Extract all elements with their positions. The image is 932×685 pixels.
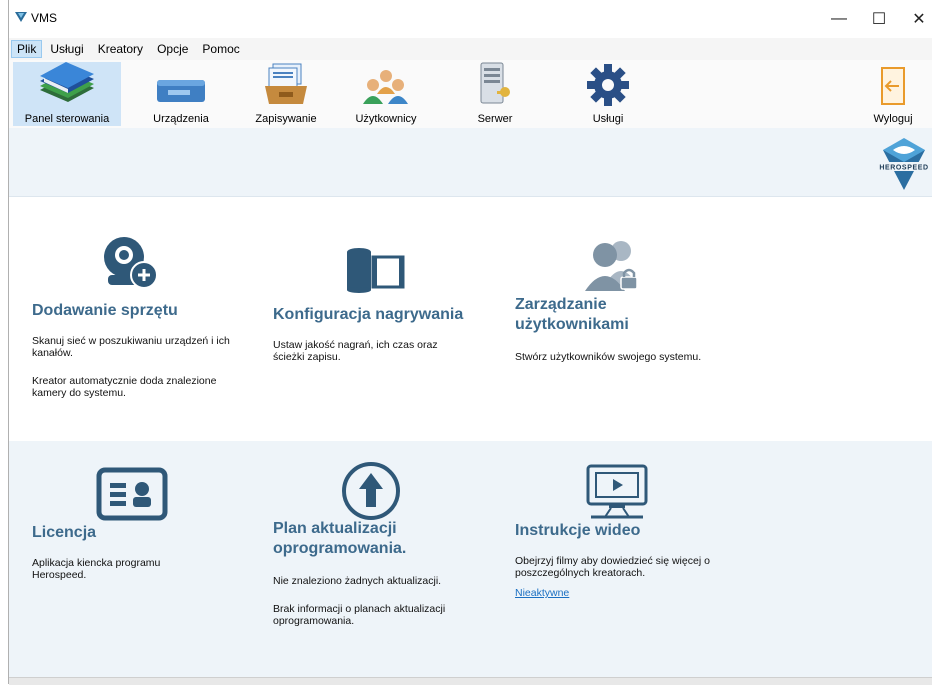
video-status-link[interactable]: Nieaktywne [515,587,569,599]
card-title: Plan aktualizacji oprogramowania. [273,520,407,557]
menu-opcje[interactable]: Opcje [151,40,194,58]
menu-kreatory[interactable]: Kreatory [92,40,149,58]
webcam-add-icon [104,237,158,289]
close-button[interactable]: ✕ [899,4,932,34]
app-window: VMS — ☐ ✕ Plik Usługi Kreatory Opcje Pom… [8,0,932,685]
nvr-device-icon [157,80,205,102]
logout-label: Wyloguj [873,113,913,125]
toolbar-label: Usługi [592,113,624,125]
wizard-section-top: Dodawanie sprzętu Skanuj sieć w poszukiw… [9,197,932,441]
logout-door-icon [881,67,905,105]
card-text: Obejrzyj filmy aby dowiedzieć się więcej… [515,555,710,579]
toolbar-label: Użytkownicy [355,113,417,125]
toolbar-label: Panel sterowania [24,113,110,125]
banner: HEROSPEED [9,128,932,197]
card-text: Nie znaleziono żadnych aktualizacji. [273,575,442,587]
card-title: Dodawanie sprzętu [32,302,178,319]
svg-text:HEROSPEED: HEROSPEED [879,165,928,172]
toolbar-label: Serwer [477,113,513,125]
users-icon [363,70,408,104]
card-title: Zarządzanie użytkownikami [515,296,629,333]
card-text: Ustaw jakość nagrań, ich czas oraz ścież… [273,339,438,363]
card-title: Konfiguracja nagrywania [273,306,464,323]
card-text: Aplikacja kiencka programu Herospeed. [32,557,161,581]
recording-icon [347,248,405,293]
toolbar-uslugi[interactable]: Usługi [581,62,635,126]
card-text: Kreator automatycznie doda znalezione ka… [32,375,217,399]
card-text: Brak informacji o planach aktualizacji o… [273,603,446,627]
gear-icon [587,64,629,106]
upload-arrow-icon [342,462,400,520]
card-title: Instrukcje wideo [515,522,641,539]
archive-box-icon [265,63,307,104]
toolbar-urzadzenia[interactable]: Urządzenia [143,62,219,126]
minimize-button[interactable]: — [819,4,859,34]
toolbar-serwer[interactable]: Serwer [469,62,521,126]
toolbar-zapisywanie[interactable]: Zapisywanie [245,62,327,126]
card-recording[interactable]: Konfiguracja nagrywania Ustaw jakość nag… [273,233,503,363]
books-icon [40,62,94,102]
menu-bar: Plik Usługi Kreatory Opcje Pomoc [9,38,932,60]
logout-button[interactable]: Wyloguj [863,62,923,126]
license-card-icon [96,467,168,521]
toolbar-uzytkownicy[interactable]: Użytkownicy [341,62,431,126]
card-text: Stwórz użytkowników swojego systemu. [515,351,702,363]
card-add-device[interactable]: Dodawanie sprzętu Skanuj sieć w poszukiw… [32,233,262,399]
card-video[interactable]: Instrukcje wideo Obejrzyj filmy aby dowi… [515,461,745,599]
wizard-section-bottom: Licencja Aplikacja kiencka programu Hero… [9,441,932,677]
menu-uslugi[interactable]: Usługi [44,40,89,58]
card-users[interactable]: Zarządzanie użytkownikami Stwórz użytkow… [515,233,745,363]
toolbar-panel-sterowania[interactable]: Panel sterowania [13,62,121,126]
title-bar: VMS — ☐ ✕ [9,0,932,36]
card-update[interactable]: Plan aktualizacji oprogramowania. Nie zn… [273,461,503,627]
card-text: Skanuj sieć w poszukiwaniu urządzeń i ic… [32,335,230,359]
menu-plik[interactable]: Plik [11,40,43,58]
video-monitor-icon [586,464,648,519]
toolbar-label: Zapisywanie [255,113,317,125]
server-key-icon [480,62,510,104]
card-license[interactable]: Licencja Aplikacja kiencka programu Hero… [32,461,262,581]
app-logo-icon [15,12,27,22]
toolbar: Panel sterowania Urządzenia Zapisywanie … [9,60,932,128]
menu-pomoc[interactable]: Pomoc [196,40,245,58]
maximize-button[interactable]: ☐ [859,4,899,34]
window-title: VMS [31,11,58,25]
herospeed-logo: HEROSPEED [873,138,932,190]
card-title: Licencja [32,524,97,541]
toolbar-label: Urządzenia [153,113,209,125]
user-lock-icon [585,241,638,291]
